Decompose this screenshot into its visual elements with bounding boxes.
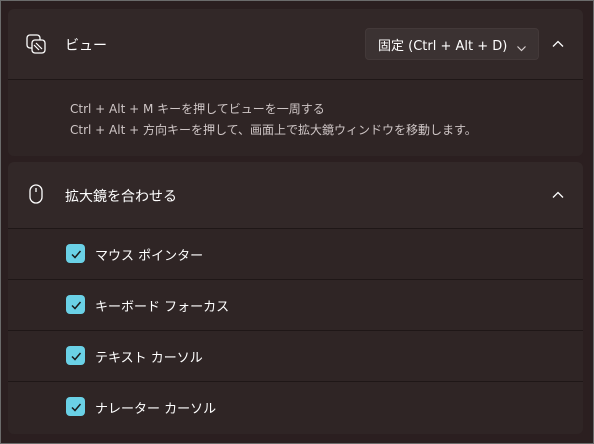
view-title: ビュー <box>65 38 107 54</box>
narrator-cursor-checkbox[interactable] <box>66 397 85 416</box>
keyboard-focus-checkbox[interactable] <box>66 295 85 314</box>
view-mode-value: 固定 (Ctrl + Alt + D) <box>378 38 508 54</box>
description-line-2: Ctrl + Alt + 方向キーを押して、画面上で拡大鏡ウィンドウを移動します… <box>70 123 477 137</box>
view-header[interactable]: ビュー 固定 (Ctrl + Alt + D) <box>8 9 583 79</box>
mouse-icon <box>25 183 47 205</box>
view-card: ビュー 固定 (Ctrl + Alt + D) Ctrl + Alt + M キ… <box>8 9 583 156</box>
option-text-cursor[interactable]: テキスト カーソル <box>8 331 583 381</box>
narrator-cursor-label: ナレーター カーソル <box>95 402 217 417</box>
follow-title: 拡大鏡を合わせる <box>65 189 177 205</box>
follow-card: 拡大鏡を合わせる マウス ポインター キーボード フォーカス テキスト カーソル… <box>8 162 583 434</box>
view-icon <box>25 33 47 55</box>
text-cursor-label: テキスト カーソル <box>95 351 203 366</box>
option-narrator-cursor[interactable]: ナレーター カーソル <box>8 382 583 434</box>
text-cursor-checkbox[interactable] <box>66 346 85 365</box>
chevron-down-icon <box>516 39 527 58</box>
mouse-pointer-checkbox[interactable] <box>66 244 85 263</box>
collapse-follow-chevron-icon[interactable] <box>551 188 565 202</box>
collapse-view-chevron-icon[interactable] <box>551 37 565 51</box>
option-mouse-pointer[interactable]: マウス ポインター <box>8 229 583 279</box>
view-mode-dropdown[interactable]: 固定 (Ctrl + Alt + D) <box>365 28 539 60</box>
keyboard-focus-label: キーボード フォーカス <box>95 300 230 315</box>
mouse-pointer-label: マウス ポインター <box>95 249 204 264</box>
description-line-1: Ctrl + Alt + M キーを押してビューを一周する <box>70 102 325 116</box>
option-keyboard-focus[interactable]: キーボード フォーカス <box>8 280 583 330</box>
follow-header[interactable]: 拡大鏡を合わせる <box>8 162 583 228</box>
view-description: Ctrl + Alt + M キーを押してビューを一周する Ctrl + Alt… <box>8 80 583 156</box>
